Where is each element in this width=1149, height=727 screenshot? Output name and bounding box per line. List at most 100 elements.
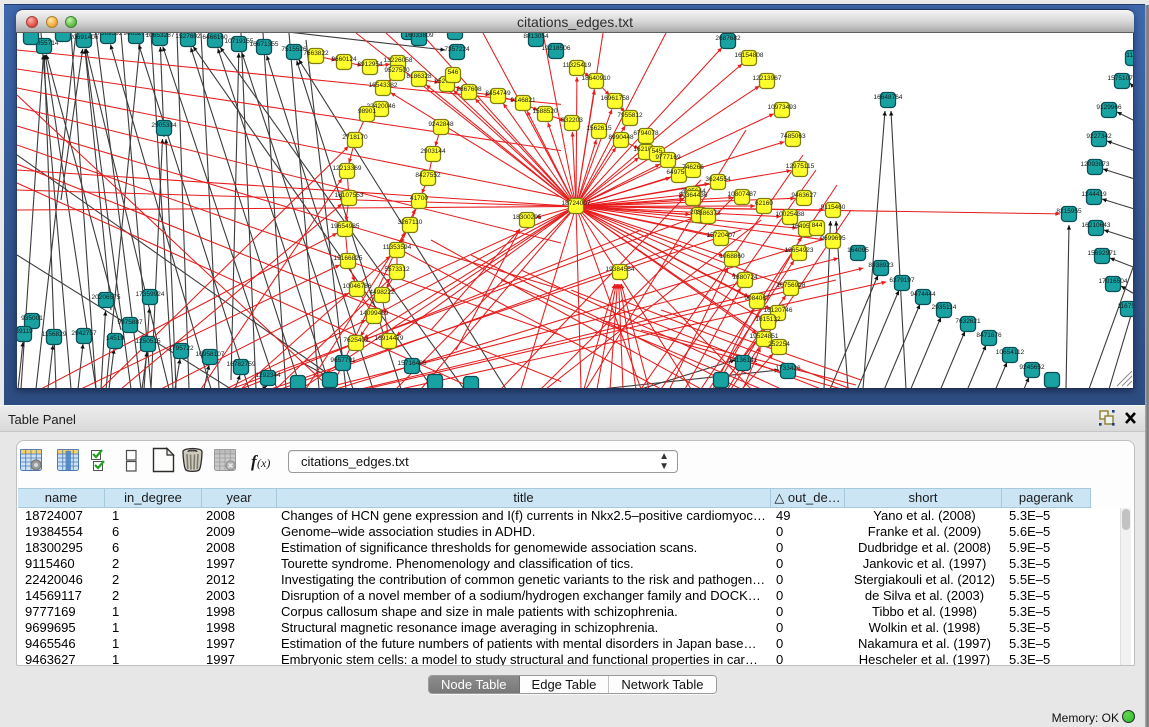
svg-text:9474444: 9474444 xyxy=(910,291,936,298)
svg-text:39119: 39119 xyxy=(17,328,33,335)
svg-text:1292344: 1292344 xyxy=(255,372,281,379)
svg-text:10973493: 10973493 xyxy=(768,104,797,111)
svg-text:8990448: 8990448 xyxy=(608,134,634,141)
svg-text:1588520: 1588520 xyxy=(532,108,558,115)
svg-text:9146821: 9146821 xyxy=(510,97,536,104)
svg-text:9657791: 9657791 xyxy=(330,357,356,364)
svg-text:1527602: 1527602 xyxy=(175,33,201,40)
svg-text:9129966: 9129966 xyxy=(1096,104,1122,111)
svg-text:10958107: 10958107 xyxy=(196,351,225,358)
svg-text:(x): (x) xyxy=(257,456,270,470)
svg-text:15720407: 15720407 xyxy=(707,232,736,239)
svg-text:9227342: 9227342 xyxy=(1086,133,1112,140)
svg-text:8454749: 8454749 xyxy=(485,90,511,97)
svg-text:2687682: 2687682 xyxy=(715,35,741,42)
svg-text:8912954: 8912954 xyxy=(357,61,383,68)
svg-text:1880724: 1880724 xyxy=(732,274,758,281)
svg-text:19654923: 19654923 xyxy=(785,247,814,254)
svg-text:935001: 935001 xyxy=(21,315,43,322)
svg-text:10807487: 10807487 xyxy=(728,191,757,198)
svg-text:9975887: 9975887 xyxy=(117,319,143,326)
svg-text:1117: 1117 xyxy=(1126,52,1134,59)
svg-text:9660124: 9660124 xyxy=(331,56,357,63)
svg-text:9242848: 9242848 xyxy=(428,121,454,128)
svg-text:6794078: 6794078 xyxy=(633,130,659,137)
svg-text:9699695: 9699695 xyxy=(820,235,846,242)
svg-text:14519: 14519 xyxy=(106,335,124,342)
svg-text:18724007: 18724007 xyxy=(562,200,591,207)
svg-text:15716485: 15716485 xyxy=(398,360,427,367)
svg-text:252254: 252254 xyxy=(768,341,790,348)
svg-text:1562615: 1562615 xyxy=(586,125,612,132)
svg-text:16961758: 16961758 xyxy=(601,95,630,102)
svg-text:1244419: 1244419 xyxy=(1081,191,1107,198)
svg-text:15751074: 15751074 xyxy=(1108,75,1134,82)
svg-text:19384554: 19384554 xyxy=(606,266,635,273)
svg-text:17016504: 17016504 xyxy=(1099,278,1128,285)
svg-text:1156829: 1156829 xyxy=(42,331,67,338)
svg-text:10653287: 10653287 xyxy=(146,33,175,39)
svg-text:4498222: 4498222 xyxy=(369,289,395,296)
svg-text:13226058: 13226058 xyxy=(384,57,413,64)
svg-text:9777169: 9777169 xyxy=(655,154,681,161)
svg-text:10654112: 10654112 xyxy=(996,349,1025,356)
svg-text:17369592: 17369592 xyxy=(94,33,123,37)
svg-text:546: 546 xyxy=(448,69,459,76)
svg-text:11325419: 11325419 xyxy=(563,62,592,69)
svg-text:19218506: 19218506 xyxy=(542,45,571,52)
svg-text:9084067: 9084067 xyxy=(744,295,770,302)
svg-text:1733426: 1733426 xyxy=(775,365,801,372)
svg-text:20364436: 20364436 xyxy=(679,192,708,199)
svg-text:10025438: 10025438 xyxy=(776,211,805,218)
svg-text:8813054: 8813054 xyxy=(523,33,549,40)
svg-text:8427552: 8427552 xyxy=(415,172,441,179)
svg-text:746266: 746266 xyxy=(682,164,704,171)
svg-text:16543382: 16543382 xyxy=(369,82,398,89)
svg-text:16120746: 16120746 xyxy=(764,307,793,314)
svg-text:19654985: 19654985 xyxy=(331,223,360,230)
svg-text:7386372: 7386372 xyxy=(695,210,721,217)
svg-text:844: 844 xyxy=(812,222,823,229)
svg-text:7357224: 7357224 xyxy=(444,46,470,53)
svg-text:20206575: 20206575 xyxy=(92,294,121,301)
svg-text:18300295: 18300295 xyxy=(513,214,542,221)
svg-text:14136141: 14136141 xyxy=(729,357,758,364)
svg-text:62160: 62160 xyxy=(755,200,773,207)
svg-text:7632621: 7632621 xyxy=(955,318,981,325)
svg-text:116753: 116753 xyxy=(1117,303,1134,310)
svg-text:164095: 164095 xyxy=(847,247,869,254)
svg-text:12975115: 12975115 xyxy=(786,163,815,170)
svg-text:12213967: 12213967 xyxy=(753,75,782,82)
svg-text:41700: 41700 xyxy=(410,195,428,202)
svg-text:8938923: 8938923 xyxy=(868,262,894,269)
svg-text:1068860: 1068860 xyxy=(719,253,745,260)
svg-text:832203: 832203 xyxy=(561,117,583,124)
svg-text:7955812: 7955812 xyxy=(617,112,643,119)
svg-text:16782759: 16782759 xyxy=(227,361,256,368)
svg-text:17359924: 17359924 xyxy=(136,291,165,298)
svg-text:19166825: 19166825 xyxy=(334,255,363,262)
svg-text:16648764: 16648764 xyxy=(874,94,903,101)
svg-text:18640910: 18640910 xyxy=(582,75,611,82)
svg-text:2905334: 2905334 xyxy=(151,122,177,129)
svg-text:16033809: 16033809 xyxy=(405,33,434,39)
svg-text:12213369: 12213369 xyxy=(333,165,362,172)
svg-text:12093873: 12093873 xyxy=(1081,161,1110,168)
svg-text:15692971: 15692971 xyxy=(1088,250,1117,257)
svg-text:9245652: 9245652 xyxy=(1019,364,1045,371)
svg-text:5573312: 5573312 xyxy=(384,266,410,273)
svg-text:16210643: 16210643 xyxy=(1082,222,1111,229)
svg-text:7663822: 7663822 xyxy=(303,50,329,57)
svg-text:7485063: 7485063 xyxy=(780,133,806,140)
svg-text:3267110: 3267110 xyxy=(398,219,423,226)
svg-text:10046786: 10046786 xyxy=(343,283,372,290)
svg-text:98901: 98901 xyxy=(358,108,376,115)
svg-text:2903144: 2903144 xyxy=(420,148,446,155)
svg-text:8471676: 8471676 xyxy=(976,332,1002,339)
svg-text:1250515: 1250515 xyxy=(135,338,161,345)
svg-text:1615132: 1615132 xyxy=(755,316,781,323)
svg-text:14099489: 14099489 xyxy=(360,310,389,317)
svg-text:2867608: 2867608 xyxy=(456,86,482,93)
svg-text:16914479: 16914479 xyxy=(375,335,404,342)
svg-text:10756928: 10756928 xyxy=(777,282,806,289)
